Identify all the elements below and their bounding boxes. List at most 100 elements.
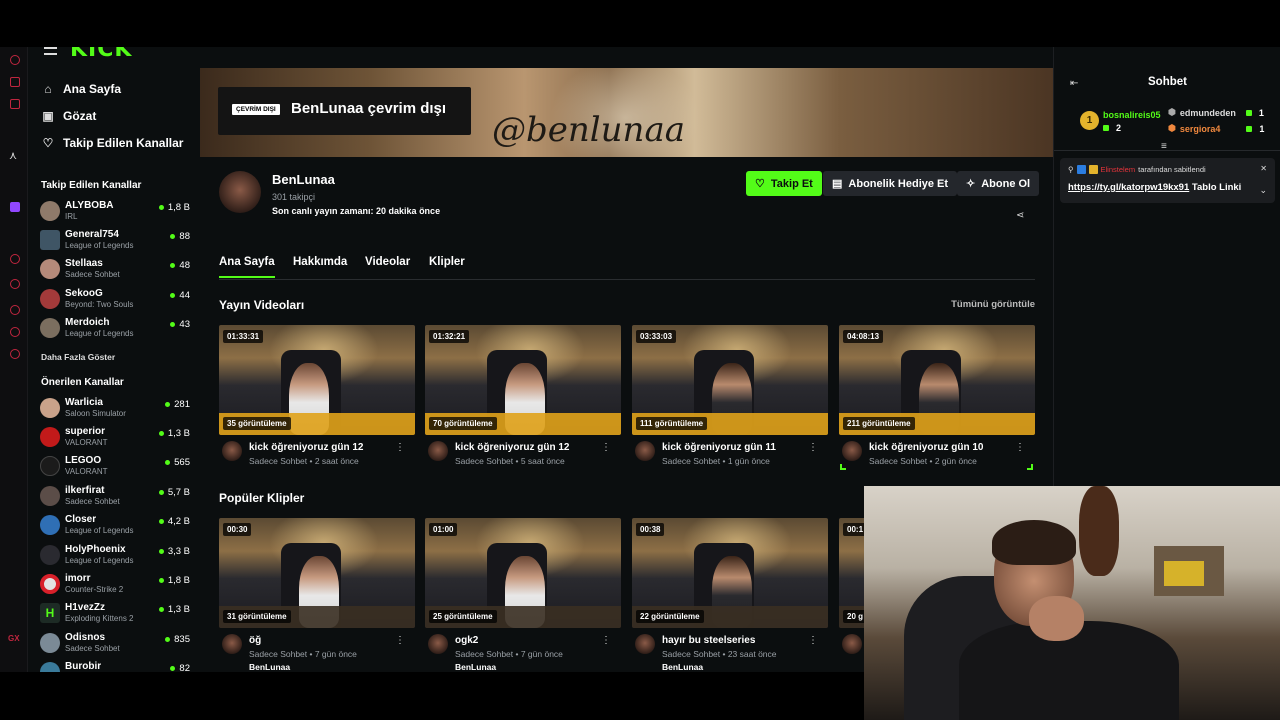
gift-sub-button[interactable]: ▤ Abonelik Hediye Et xyxy=(823,171,958,196)
cube-icon[interactable] xyxy=(10,327,20,337)
gifter-name: edmundeden xyxy=(1179,107,1236,118)
clip-thumbnail[interactable]: 00:38 22 görüntüleme xyxy=(632,518,828,628)
followed-channel[interactable]: SekooG Beyond: Two Souls 44 xyxy=(40,287,190,314)
more-options-icon[interactable]: ⋮ xyxy=(601,442,611,453)
kick-logo[interactable]: KICK xyxy=(70,47,132,62)
see-all-link[interactable]: Tümünü görüntüle xyxy=(951,299,1035,310)
viewer-count: 82 xyxy=(170,663,190,672)
recommended-channel[interactable]: Odisnos Sadece Sohbet 835 xyxy=(40,631,190,658)
settings-icon[interactable] xyxy=(10,349,20,359)
avatar[interactable] xyxy=(842,441,862,461)
clock-icon[interactable] xyxy=(10,305,20,315)
viewer-count: 565 xyxy=(165,457,190,468)
tab-home[interactable]: Ana Sayfa xyxy=(219,256,275,278)
avatar[interactable] xyxy=(428,634,448,654)
recommended-channel[interactable]: superior VALORANT 1,3 B xyxy=(40,425,190,452)
chevron-down-icon[interactable]: ⌄ xyxy=(1259,185,1267,196)
recommended-channel[interactable]: HolyPhoenix League of Legends 3,3 B xyxy=(40,543,190,570)
recommended-channel[interactable]: imorr Counter-Strike 2 1,8 B xyxy=(40,572,190,599)
avatar xyxy=(40,230,60,250)
channel-name: superior xyxy=(65,426,106,437)
clip-thumbnail[interactable]: 01:00 25 görüntüleme xyxy=(425,518,621,628)
video-duration: 04:08:13 xyxy=(843,330,884,343)
video-meta: Sadece Sohbet • 2 gün önce xyxy=(869,456,977,466)
avatar[interactable] xyxy=(635,441,655,461)
video-thumbnail[interactable]: 04:08:13 211 görüntüleme xyxy=(839,325,1035,435)
bag-icon[interactable] xyxy=(10,55,20,65)
clip-creator[interactable]: BenLunaa xyxy=(455,662,496,672)
tab-about[interactable]: Hakkımda xyxy=(293,256,347,276)
followed-channel[interactable]: Stellaas Sadece Sohbet 48 xyxy=(40,257,190,284)
twitch-icon[interactable] xyxy=(10,202,20,212)
avatar xyxy=(40,456,60,476)
more-options-icon[interactable]: ⋮ xyxy=(808,635,818,646)
video-thumbnail[interactable]: 01:32:21 70 görüntüleme xyxy=(425,325,621,435)
gaming-icon[interactable] xyxy=(10,77,20,87)
video-thumbnail[interactable]: 01:33:31 35 görüntüleme xyxy=(219,325,415,435)
channel-name[interactable]: BenLunaa xyxy=(272,172,335,187)
tab-videos[interactable]: Videolar xyxy=(365,256,410,276)
gifter-entry[interactable]: ⬢ sergiora4 1 xyxy=(1168,123,1264,134)
nav-browse[interactable]: ▣ Gözat xyxy=(42,109,96,123)
channel-game: Sadece Sohbet xyxy=(65,497,120,506)
more-options-icon[interactable]: ⋮ xyxy=(395,442,405,453)
kick-rail-icon[interactable]: ⋏ xyxy=(9,149,19,162)
recommended-channel[interactable]: Warlicia Saloon Simulator 281 xyxy=(40,396,190,423)
unpin-icon[interactable]: ✕ xyxy=(1260,164,1267,173)
pinned-link[interactable]: https://ty.gl/katorpw19kx91 xyxy=(1068,182,1189,193)
avatar[interactable] xyxy=(635,634,655,654)
clip-title[interactable]: hayır bu steelseries xyxy=(662,635,755,646)
gifter-entry[interactable]: bosnalireis05 xyxy=(1103,110,1161,120)
channel-game: Beyond: Two Souls xyxy=(65,300,134,309)
video-title[interactable]: kick öğreniyoruz gün 12 xyxy=(455,442,569,453)
video-title[interactable]: kick öğreniyoruz gün 11 xyxy=(662,442,776,453)
more-options-icon[interactable]: ⋮ xyxy=(808,442,818,453)
channel-name: ilkerfirat xyxy=(65,485,105,496)
offline-badge: ÇEVRİM DIŞI xyxy=(232,104,280,115)
messenger-icon[interactable] xyxy=(10,99,20,109)
webcam-overlay xyxy=(864,486,1280,720)
avatar[interactable] xyxy=(842,634,862,654)
follow-button[interactable]: ♡ Takip Et xyxy=(746,171,822,196)
tab-clips[interactable]: Klipler xyxy=(429,256,465,276)
clip-title[interactable]: ogk2 xyxy=(455,635,478,646)
followed-channel[interactable]: General754 League of Legends 88 xyxy=(40,228,190,255)
nav-home[interactable]: ⌂ Ana Sayfa xyxy=(42,82,121,96)
video-title[interactable]: kick öğreniyoruz gün 12 xyxy=(249,442,363,453)
recommended-channel[interactable]: LEGOO VALORANT 565 xyxy=(40,454,190,481)
avatar[interactable] xyxy=(222,634,242,654)
channel-game: League of Legends xyxy=(65,241,134,250)
recommended-channel[interactable]: Closer League of Legends 4,2 B xyxy=(40,513,190,540)
pinned-user[interactable]: Elinstelem xyxy=(1101,165,1136,174)
share-rail-icon[interactable] xyxy=(10,279,20,289)
channel-name: ALYBOBA xyxy=(65,200,114,211)
clip-thumbnail[interactable]: 00:30 31 görüntüleme xyxy=(219,518,415,628)
followed-channel[interactable]: ALYBOBA IRL 1,8 B xyxy=(40,199,190,226)
channel-name: HolyPhoenix xyxy=(65,544,126,555)
music-icon[interactable] xyxy=(10,254,20,264)
followed-channel[interactable]: Merdoich League of Legends 43 xyxy=(40,316,190,343)
avatar[interactable] xyxy=(428,441,448,461)
recommended-channel[interactable]: Burobir 82 xyxy=(40,660,190,672)
clip-creator[interactable]: BenLunaa xyxy=(662,662,703,672)
show-more-link[interactable]: Daha Fazla Göster xyxy=(41,352,115,362)
recommended-channel[interactable]: H H1vezZz Exploding Kittens 2 1,3 B xyxy=(40,601,190,628)
share-icon[interactable]: ⋖ xyxy=(1016,210,1024,221)
subscribe-button[interactable]: ✧ Abone Ol xyxy=(957,171,1040,196)
more-options-icon[interactable]: ⋮ xyxy=(601,635,611,646)
video-thumbnail[interactable]: 03:33:03 111 görüntüleme xyxy=(632,325,828,435)
clip-creator[interactable]: BenLunaa xyxy=(249,662,290,672)
nav-following[interactable]: ♡ Takip Edilen Kanallar xyxy=(42,136,184,150)
more-options-icon[interactable]: ⋮ xyxy=(395,635,405,646)
menu-icon[interactable] xyxy=(44,47,57,55)
recommended-channel[interactable]: ilkerfirat Sadece Sohbet 5,7 B xyxy=(40,484,190,511)
video-meta: Sadece Sohbet • 5 saat önce xyxy=(455,456,565,466)
video-title[interactable]: kick öğreniyoruz gün 10 xyxy=(869,442,983,453)
avatar[interactable] xyxy=(222,441,242,461)
channel-name: LEGOO xyxy=(65,455,102,466)
gifter-entry[interactable]: ⬢ edmundeden 1 xyxy=(1168,107,1264,118)
channel-avatar[interactable] xyxy=(219,171,261,213)
clip-title[interactable]: öğ xyxy=(249,635,261,646)
more-options-icon[interactable]: ⋮ xyxy=(1015,442,1025,453)
pinned-content: https://ty.gl/katorpw19kx91 Tablo Linki xyxy=(1068,182,1241,193)
